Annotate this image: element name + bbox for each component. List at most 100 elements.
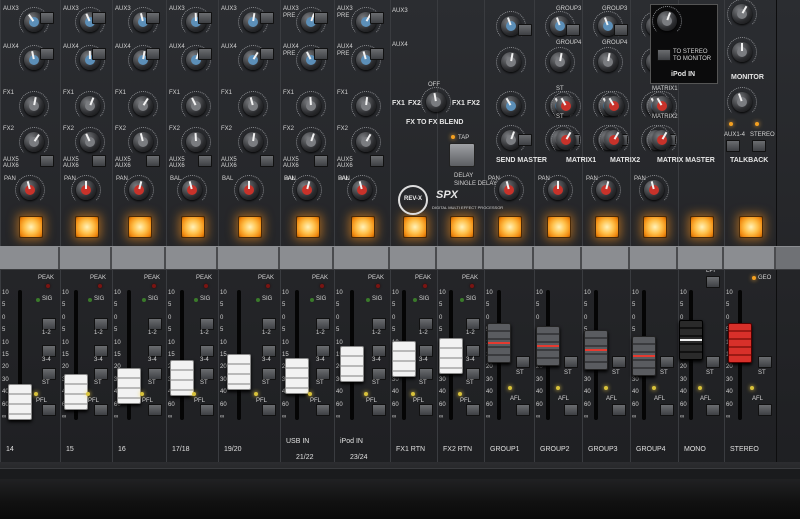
pfl-button[interactable]	[466, 404, 480, 416]
channel-fader[interactable]	[285, 358, 309, 394]
group-send-knob[interactable]	[545, 47, 575, 77]
st-button[interactable]	[564, 356, 578, 368]
routing-button[interactable]	[262, 368, 276, 380]
pan-knob[interactable]	[494, 175, 524, 205]
routing-button[interactable]	[148, 345, 162, 357]
send-knob[interactable]	[296, 127, 326, 157]
routing-button[interactable]	[200, 368, 214, 380]
pfl-button[interactable]	[262, 404, 276, 416]
routing-button[interactable]	[200, 345, 214, 357]
afl-button[interactable]	[706, 404, 720, 416]
st-button[interactable]	[516, 356, 530, 368]
routing-button[interactable]	[42, 368, 56, 380]
afl-button[interactable]	[518, 134, 532, 146]
routing-button[interactable]	[372, 345, 386, 357]
routing-button[interactable]	[94, 368, 108, 380]
afl-button[interactable]	[614, 24, 628, 36]
aux-pre-button[interactable]	[146, 155, 160, 167]
channel-fader[interactable]	[117, 368, 141, 404]
channel-on-button[interactable]	[238, 216, 262, 238]
channel-on-button[interactable]	[19, 216, 43, 238]
group-send-knob[interactable]	[496, 91, 526, 121]
pfl-button[interactable]	[419, 404, 433, 416]
matrix-knob[interactable]	[599, 125, 629, 155]
ipod-level-knob[interactable]	[652, 6, 682, 36]
send-knob[interactable]	[181, 91, 211, 121]
channel-fader[interactable]	[340, 346, 364, 382]
routing-button[interactable]	[316, 368, 330, 380]
channel-fader[interactable]	[728, 323, 752, 363]
channel-on-button[interactable]	[181, 216, 205, 238]
pfl-button[interactable]	[372, 404, 386, 416]
routing-button[interactable]	[316, 318, 330, 330]
channel-on-button[interactable]	[643, 216, 667, 238]
send-knob[interactable]	[75, 127, 105, 157]
channel-fader[interactable]	[439, 338, 463, 374]
routing-button[interactable]	[262, 318, 276, 330]
channel-fader[interactable]	[679, 320, 703, 360]
channel-fader[interactable]	[227, 354, 251, 390]
afl-button[interactable]	[660, 404, 674, 416]
st-button[interactable]	[758, 356, 772, 368]
channel-on-button[interactable]	[547, 216, 571, 238]
matrix-knob[interactable]	[647, 91, 677, 121]
channel-on-button[interactable]	[450, 216, 474, 238]
channel-on-button[interactable]	[296, 216, 320, 238]
pan-knob[interactable]	[15, 175, 45, 205]
pre-button[interactable]	[92, 48, 106, 60]
aux-talkback-button[interactable]	[726, 140, 740, 152]
group-send-knob[interactable]	[593, 47, 623, 77]
channel-fader[interactable]	[487, 323, 511, 363]
routing-button[interactable]	[316, 345, 330, 357]
pan-knob[interactable]	[347, 175, 377, 205]
pre-button[interactable]	[314, 48, 328, 60]
send-knob[interactable]	[351, 91, 381, 121]
master-knob-top[interactable]	[727, 0, 757, 29]
routing-button[interactable]	[94, 345, 108, 357]
afl-button[interactable]	[566, 24, 580, 36]
send-knob[interactable]	[296, 91, 326, 121]
st-button[interactable]	[612, 356, 626, 368]
send-knob[interactable]	[238, 91, 268, 121]
routing-button[interactable]	[372, 368, 386, 380]
afl-button[interactable]	[564, 404, 578, 416]
afl-button[interactable]	[758, 404, 772, 416]
pfl-button[interactable]	[42, 404, 56, 416]
pre-button[interactable]	[92, 12, 106, 24]
send-knob[interactable]	[19, 91, 49, 121]
pre-button[interactable]	[370, 48, 384, 60]
pan-knob[interactable]	[124, 175, 154, 205]
send-knob[interactable]	[181, 127, 211, 157]
routing-button[interactable]	[372, 318, 386, 330]
pfl-button[interactable]	[94, 404, 108, 416]
routing-button[interactable]	[94, 318, 108, 330]
pre-button[interactable]	[40, 12, 54, 24]
channel-on-button[interactable]	[351, 216, 375, 238]
stereo-talkback-button[interactable]	[752, 140, 766, 152]
routing-button[interactable]	[200, 318, 214, 330]
channel-fader[interactable]	[8, 384, 32, 420]
pfl-button[interactable]	[316, 404, 330, 416]
aux-pre-button[interactable]	[260, 155, 274, 167]
aux-pre-button[interactable]	[92, 155, 106, 167]
routing-button[interactable]	[466, 368, 480, 380]
pre-button[interactable]	[260, 12, 274, 24]
send-knob[interactable]	[19, 127, 49, 157]
channel-on-button[interactable]	[595, 216, 619, 238]
channel-on-button[interactable]	[739, 216, 763, 238]
routing-button[interactable]	[419, 318, 433, 330]
send-knob[interactable]	[351, 127, 381, 157]
aux-pre-button[interactable]	[40, 155, 54, 167]
afl-button[interactable]	[516, 404, 530, 416]
pan-knob[interactable]	[292, 175, 322, 205]
aux-pre-button[interactable]	[314, 155, 328, 167]
talkback-knob[interactable]	[727, 87, 757, 117]
matrix-knob[interactable]	[551, 91, 581, 121]
afl-button[interactable]	[612, 404, 626, 416]
routing-button[interactable]	[42, 345, 56, 357]
pan-knob[interactable]	[177, 175, 207, 205]
channel-on-button[interactable]	[128, 216, 152, 238]
pan-knob[interactable]	[591, 175, 621, 205]
send-knob[interactable]	[128, 91, 158, 121]
pre-button[interactable]	[146, 12, 160, 24]
